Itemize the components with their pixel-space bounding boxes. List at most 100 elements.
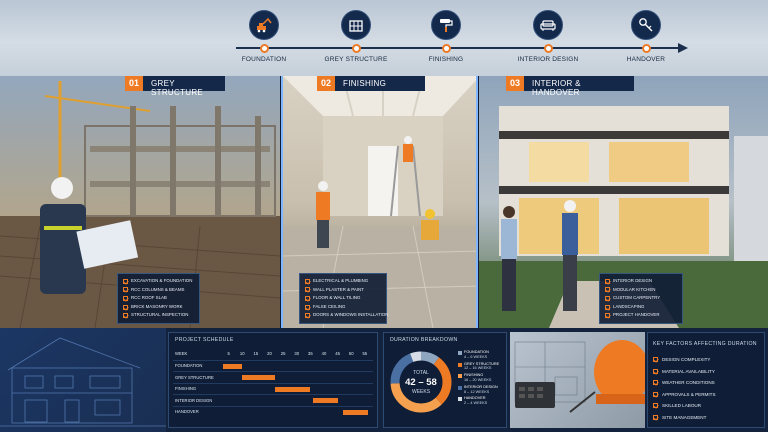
- schedule-row-label: INTERIOR DESIGN: [175, 397, 213, 403]
- checklist-item: LANDSCAPING: [605, 303, 677, 312]
- checkbox-icon: [305, 295, 310, 301]
- factor-item: WEATHER CONDITIONS: [653, 377, 716, 389]
- legend-swatch: [458, 397, 462, 402]
- checklist-item: RCC COLUMNS & BEAMS: [123, 286, 194, 295]
- total-unit: WEEKS: [411, 388, 431, 395]
- stage-interior-design: INTERIOR DESIGN: [503, 10, 593, 63]
- factor-item: SKILLED LABOUR: [653, 400, 716, 412]
- stage-marker: [543, 44, 553, 53]
- checklist-item: WALL PLASTER & PAINT: [305, 286, 381, 295]
- week-label: WEEK: [175, 351, 188, 357]
- checklist-item: CUSTOM CARPENTRY: [605, 294, 677, 303]
- panel-title: FINISHING: [335, 76, 426, 91]
- factor-item: APPROVALS & PERMITS: [653, 389, 716, 401]
- stage-foundation: FOUNDATION: [219, 10, 309, 63]
- schedule-title: PROJECT SCHEDULE: [175, 337, 234, 343]
- panel-title: INTERIOR & HANDOVER: [524, 76, 635, 97]
- schedule-row: FINISHING: [173, 382, 373, 395]
- legend-item: HANDOVER 2 – 4 WEEKS: [458, 396, 506, 406]
- stage-marker: [641, 44, 651, 53]
- checklist-item: PROJECT HANDOVER: [605, 311, 677, 320]
- checkbox-icon: [123, 313, 128, 319]
- week-tick: 15: [253, 351, 259, 356]
- legend-value: 12 – 16 WEEKS: [464, 366, 492, 371]
- dashboard: PROJECT SCHEDULE WEEK 5 10 15 20 25 30 35 40 45 5…: [0, 328, 768, 432]
- schedule-bar: [274, 386, 311, 392]
- legend-swatch: [458, 351, 462, 355]
- week-tick: 20: [267, 351, 272, 356]
- excavator-icon: [249, 10, 279, 40]
- stage-marker: [351, 44, 361, 53]
- checkbox-icon: [123, 278, 128, 284]
- week-tick: 50: [348, 351, 354, 356]
- week-tick: 40: [321, 351, 327, 356]
- checkbox-icon: [653, 391, 658, 397]
- week-tick: 30: [294, 351, 300, 356]
- stage-marker: [259, 44, 269, 53]
- legend-item: FOUNDATION 4 – 6 WEEKS: [458, 350, 506, 360]
- schedule-row-label: HANDOVER: [175, 409, 199, 415]
- panel-finishing: 02 FINISHING ELECTRICAL & PLUMBING WALL …: [281, 76, 478, 328]
- week-tick: 5: [227, 351, 230, 356]
- checklist-item: FALSE CEILING: [305, 303, 381, 312]
- panel-number: 02: [317, 76, 336, 91]
- stage-handover: HANDOVER: [601, 10, 691, 63]
- panel-number: 03: [506, 76, 525, 91]
- checklist-item: RCC ROOF SLAB: [123, 294, 194, 303]
- checkbox-icon: [123, 304, 128, 310]
- stage-finishing: FINISHING: [401, 10, 491, 63]
- legend-item: FINISHING 16 – 20 WEEKS: [458, 373, 506, 383]
- checkbox-icon: [653, 414, 658, 420]
- legend-value: 4 – 6 WEEKS: [464, 354, 488, 359]
- schedule-row-label: FINISHING: [175, 386, 197, 392]
- timeline-band: FOUNDATION GREY STRUCTURE FINISHING INTE…: [0, 0, 768, 76]
- checklist-item: DOORS & WINDOWS INSTALLATION: [305, 311, 388, 320]
- schedule-bar: [242, 375, 275, 380]
- panel-interior-handover: 03 INTERIOR & HANDOVER INTERIOR DESIGN M…: [479, 76, 768, 328]
- total-value: 42 – 58: [405, 376, 437, 388]
- checkbox-icon: [305, 313, 310, 319]
- checkbox-icon: [653, 380, 658, 386]
- panel-title: GREY STRUCTURE: [143, 76, 226, 97]
- sofa-icon: [533, 10, 563, 40]
- week-tick: 10: [239, 351, 245, 356]
- legend-value: 2 – 4 WEEKS: [464, 401, 488, 406]
- desk-plans-photo: [510, 332, 645, 428]
- legend-swatch: [458, 374, 462, 379]
- week-tick: 35: [308, 351, 313, 356]
- checkbox-icon: [653, 368, 658, 374]
- checkbox-icon: [305, 304, 310, 310]
- checkbox-icon: [605, 278, 610, 284]
- factors-title: KEY FACTORS AFFECTING DURATION: [653, 341, 757, 347]
- legend-swatch: [458, 362, 462, 367]
- checklist: ELECTRICAL & PLUMBING WALL PLASTER & PAI…: [299, 273, 388, 324]
- legend-swatch: [458, 385, 462, 390]
- duration-title: DURATION BREAKDOWN: [390, 337, 458, 343]
- panel-header: 02 FINISHING: [317, 76, 426, 91]
- duration-breakdown-card: DURATION BREAKDOWN TOTAL 42 – 58 WEEKS F…: [383, 332, 507, 428]
- factor-item: MATERIAL AVAILABILITY: [653, 366, 716, 378]
- paint-roller-icon: [431, 10, 461, 40]
- legend-item: GREY STRUCTURE 12 – 16 WEEKS: [458, 362, 506, 372]
- schedule-bar: [343, 409, 368, 415]
- checklist-item: MODULAR KITCHEN: [605, 286, 677, 295]
- factors-list: DESIGN COMPLEXITY MATERIAL AVAILABILITY …: [653, 354, 716, 423]
- checkbox-icon: [305, 278, 310, 284]
- stage-marker: [441, 44, 451, 53]
- checkbox-icon: [305, 287, 310, 293]
- schedule-row: HANDOVER: [173, 405, 373, 418]
- project-schedule-card: PROJECT SCHEDULE WEEK 5 10 15 20 25 30 35 40 45 5…: [168, 332, 378, 428]
- panel-header: 01 GREY STRUCTURE: [125, 76, 226, 97]
- panel-grey-structure: 01 GREY STRUCTURE EXCAVATION & FOUNDATIO…: [0, 76, 280, 328]
- schedule-table: WEEK 5 10 15 20 25 30 35 40 45 50 55 FOUNDATION GRE…: [173, 348, 373, 417]
- schedule-bar: [313, 398, 338, 403]
- checkbox-icon: [605, 313, 610, 319]
- checkbox-icon: [653, 357, 658, 363]
- week-tick: 55: [362, 351, 368, 356]
- schedule-bar: [223, 363, 243, 369]
- week-tick: 25: [280, 351, 286, 356]
- duration-legend: FOUNDATION 4 – 6 WEEKS GREY STRUCTURE 12 – …: [458, 350, 506, 408]
- schedule-row: GREY STRUCTURE: [173, 371, 373, 383]
- stage-grey-structure: GREY STRUCTURE: [311, 10, 401, 63]
- key-factors-card: KEY FACTORS AFFECTING DURATION DESIGN CO…: [647, 332, 765, 428]
